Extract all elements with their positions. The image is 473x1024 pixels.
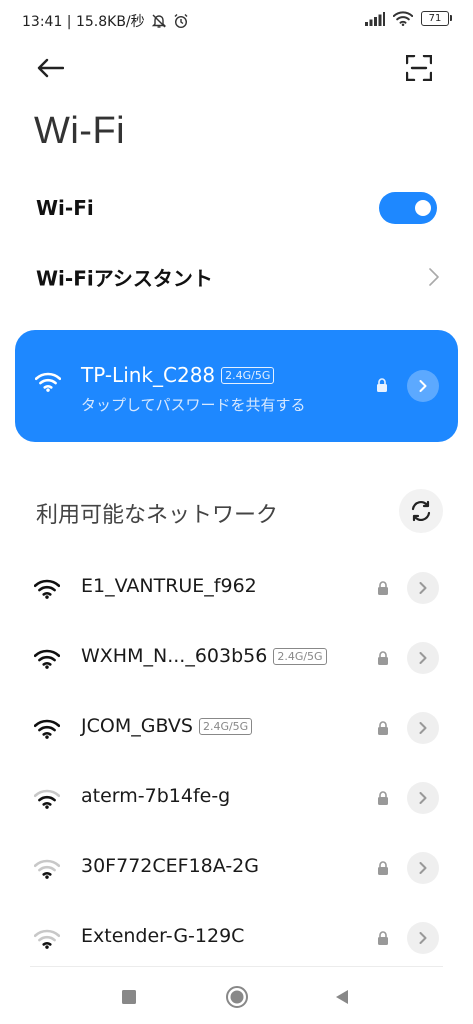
network-name: aterm-7b14fe-g — [81, 785, 231, 807]
network-name: JCOM_GBVS — [81, 715, 193, 737]
wifi-assistant-row[interactable]: Wi-Fiアシスタント — [0, 247, 473, 307]
nav-back-button[interactable] — [327, 982, 357, 1012]
network-row[interactable]: JCOM_GBVS 2.4G/5G — [0, 693, 473, 763]
status-left: 13:41 | 15.8KB/秒 — [22, 11, 189, 31]
connected-network-card[interactable]: TP-Link_C288 2.4G/5G タップしてパスワードを共有する — [15, 330, 458, 442]
wifi-signal-icon — [35, 372, 61, 392]
square-icon — [122, 990, 136, 1004]
connected-name-row: TP-Link_C288 2.4G/5G — [81, 363, 275, 387]
page-title: Wi-Fi — [34, 110, 126, 152]
network-row[interactable]: Extender-G-129C — [0, 903, 473, 973]
network-name-row: Extender-G-129C — [81, 925, 244, 947]
network-row[interactable]: aterm-7b14fe-g — [0, 763, 473, 833]
band-badge: 2.4G/5G — [198, 717, 253, 735]
lock-icon — [378, 721, 388, 735]
nav-bar — [0, 968, 473, 1024]
network-name-row: WXHM_N..._603b56 2.4G/5G — [81, 645, 327, 667]
network-name: 30F772CEF18A-2G — [81, 855, 259, 877]
circle-icon — [226, 986, 248, 1008]
network-detail-button[interactable] — [407, 782, 439, 814]
network-name: WXHM_N..._603b56 — [81, 645, 268, 667]
nav-divider — [30, 966, 443, 967]
connected-subtitle: タップしてパスワードを共有する — [81, 396, 306, 414]
lock-icon — [378, 861, 388, 875]
lock-icon — [378, 651, 388, 665]
toggle-knob — [415, 200, 431, 216]
alarm-icon — [173, 13, 189, 29]
wifi-signal-icon — [34, 929, 60, 949]
lock-icon — [378, 931, 388, 945]
network-list: E1_VANTRUE_f962 WXHM_N..._603b56 2.4G/5G — [0, 553, 473, 973]
network-detail-button[interactable] — [407, 712, 439, 744]
chevron-right-icon — [419, 582, 427, 594]
band-badge: 2.4G/5G — [221, 366, 275, 384]
wifi-assistant-label: Wi-Fiアシスタント — [36, 266, 213, 291]
back-arrow-icon — [37, 58, 64, 78]
lock-icon — [378, 581, 388, 595]
wifi-signal-icon — [34, 579, 60, 599]
chevron-right-icon — [419, 652, 427, 664]
wifi-signal-icon — [34, 859, 60, 879]
battery-level: 71 — [428, 12, 442, 24]
wifi-label: Wi-Fi — [36, 196, 94, 220]
recents-button[interactable] — [114, 982, 144, 1012]
network-name: E1_VANTRUE_f962 — [81, 575, 257, 597]
status-right: 71 — [365, 11, 452, 26]
chevron-right-icon — [419, 722, 427, 734]
network-name-row: 30F772CEF18A-2G — [81, 855, 259, 877]
top-bar — [0, 48, 473, 88]
wifi-toggle-switch[interactable] — [379, 192, 437, 224]
chevron-right-icon — [419, 380, 427, 392]
qr-scan-button[interactable] — [403, 52, 435, 84]
network-name-row: E1_VANTRUE_f962 — [81, 575, 257, 597]
refresh-icon — [411, 500, 431, 522]
status-bar: 13:41 | 15.8KB/秒 71 — [0, 0, 473, 40]
battery-icon: 71 — [421, 11, 452, 26]
network-row[interactable]: 30F772CEF18A-2G — [0, 833, 473, 903]
chevron-right-icon — [419, 792, 427, 804]
network-detail-button[interactable] — [407, 572, 439, 604]
wifi-signal-icon — [34, 649, 60, 669]
network-detail-button[interactable] — [407, 922, 439, 954]
back-button[interactable] — [34, 52, 66, 84]
triangle-back-icon — [336, 990, 348, 1004]
refresh-button[interactable] — [399, 489, 443, 533]
chevron-right-icon — [419, 862, 427, 874]
available-networks-title: 利用可能なネットワーク — [36, 503, 279, 528]
qr-scan-icon — [406, 55, 432, 81]
status-time-speed: 13:41 | 15.8KB/秒 — [22, 14, 145, 30]
lock-icon — [378, 791, 388, 805]
network-name: Extender-G-129C — [81, 925, 245, 947]
wifi-toggle-row[interactable]: Wi-Fi — [0, 178, 473, 238]
connected-network-name: TP-Link_C288 — [81, 363, 216, 387]
network-row[interactable]: WXHM_N..._603b56 2.4G/5G — [0, 623, 473, 693]
wifi-signal-icon — [34, 789, 60, 809]
network-row[interactable]: E1_VANTRUE_f962 — [0, 553, 473, 623]
network-name-row: aterm-7b14fe-g — [81, 785, 230, 807]
muted-bell-icon — [151, 13, 167, 29]
chevron-right-icon — [429, 268, 439, 286]
wifi-signal-icon — [34, 719, 60, 739]
network-detail-button[interactable] — [407, 852, 439, 884]
connected-detail-button[interactable] — [407, 370, 439, 402]
cell-signal-icon — [365, 11, 385, 26]
network-detail-button[interactable] — [407, 642, 439, 674]
chevron-right-icon — [419, 932, 427, 944]
band-badge: 2.4G/5G — [273, 647, 327, 665]
lock-icon — [377, 378, 387, 392]
home-button[interactable] — [222, 982, 252, 1012]
wifi-icon — [393, 11, 413, 26]
network-name-row: JCOM_GBVS 2.4G/5G — [81, 715, 253, 737]
